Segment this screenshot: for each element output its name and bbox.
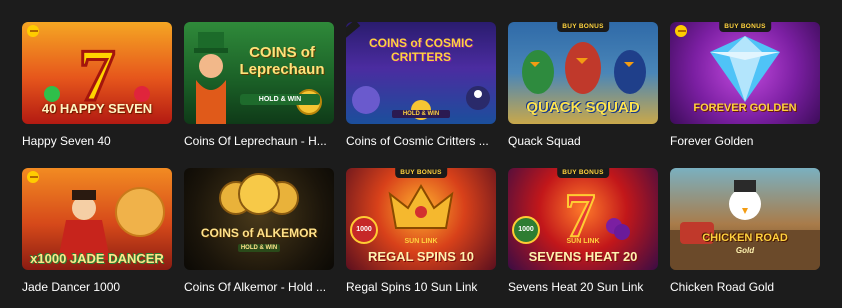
- game-card[interactable]: BUY BONUS FOREVER GOLDEN Forever Golden: [670, 22, 820, 148]
- game-art-title: COINS of Leprechaun: [239, 44, 325, 78]
- game-art-subtitle: Gold: [735, 246, 755, 255]
- game-artwork: [219, 173, 299, 215]
- game-thumbnail[interactable]: COINS of Leprechaun HOLD & WIN: [184, 22, 334, 124]
- provider-logo-icon: [675, 25, 687, 37]
- game-title[interactable]: Chicken Road Gold: [670, 280, 820, 294]
- game-thumbnail[interactable]: BUY BONUS QUACK SQUAD: [508, 22, 658, 124]
- game-card[interactable]: 7 40 HAPPY SEVEN Happy Seven 40: [22, 22, 172, 148]
- game-card[interactable]: COINS of Leprechaun HOLD & WIN Coins Of …: [184, 22, 334, 148]
- game-thumbnail[interactable]: BUY BONUS FOREVER GOLDEN: [670, 22, 820, 124]
- provider-logo-icon: [27, 25, 39, 37]
- game-art-title: x1000 JADE DANCER: [30, 251, 164, 266]
- games-grid: 7 40 HAPPY SEVEN Happy Seven 40 COINS of…: [22, 22, 820, 294]
- game-thumbnail[interactable]: COINS of COSMIC CRITTERS HOLD & WIN: [346, 22, 496, 124]
- buy-bonus-badge: BUY BONUS: [719, 22, 771, 32]
- buy-bonus-badge: BUY BONUS: [557, 168, 609, 178]
- game-title[interactable]: Jade Dancer 1000: [22, 280, 172, 294]
- game-art-title: 40 HAPPY SEVEN: [41, 101, 153, 116]
- game-art-number: 1000: [356, 226, 372, 233]
- game-title[interactable]: Coins Of Leprechaun - H...: [184, 134, 334, 148]
- game-card[interactable]: x1000 JADE DANCER Jade Dancer 1000: [22, 168, 172, 294]
- game-thumbnail[interactable]: 7 40 HAPPY SEVEN: [22, 22, 172, 124]
- game-art-subtitle: HOLD & WIN: [392, 110, 450, 118]
- game-art-title: COINS of ALKEMOR: [200, 226, 318, 240]
- game-art-number: 1000: [518, 226, 534, 233]
- game-card[interactable]: COINS of ALKEMOR HOLD & WIN Coins Of Alk…: [184, 168, 334, 294]
- game-title[interactable]: Coins Of Alkemor - Hold ...: [184, 280, 334, 294]
- game-art-title: SEVENS HEAT 20: [528, 249, 638, 264]
- game-thumbnail[interactable]: x1000 JADE DANCER: [22, 168, 172, 270]
- game-title[interactable]: Coins of Cosmic Critters ...: [346, 134, 496, 148]
- game-art-subtitle: SUN LINK: [404, 238, 438, 245]
- game-title[interactable]: Regal Spins 10 Sun Link: [346, 280, 496, 294]
- game-thumbnail[interactable]: BUY BONUS 7 1000 SUN LINK SEVENS HEAT 20: [508, 168, 658, 270]
- game-card[interactable]: BUY BONUS QUACK SQUAD Quack Squad: [508, 22, 658, 148]
- game-art-title: REGAL SPINS 10: [368, 249, 474, 264]
- game-thumbnail[interactable]: CHICKEN ROAD Gold: [670, 168, 820, 270]
- game-art-title: QUACK SQUAD: [526, 99, 640, 116]
- game-title[interactable]: Happy Seven 40: [22, 134, 172, 148]
- game-art-title: COINS of COSMIC CRITTERS: [369, 36, 473, 64]
- game-thumbnail[interactable]: COINS of ALKEMOR HOLD & WIN: [184, 168, 334, 270]
- game-title[interactable]: Quack Squad: [508, 134, 658, 148]
- game-card[interactable]: BUY BONUS 7 1000 SUN LINK SEVENS HEAT 20…: [508, 168, 658, 294]
- provider-logo-icon: [27, 171, 39, 183]
- game-title[interactable]: Forever Golden: [670, 134, 820, 148]
- game-art-subtitle: HOLD & WIN: [238, 244, 280, 252]
- buy-bonus-badge: BUY BONUS: [557, 22, 609, 32]
- game-title[interactable]: Sevens Heat 20 Sun Link: [508, 280, 658, 294]
- game-card[interactable]: COINS of COSMIC CRITTERS HOLD & WIN Coin…: [346, 22, 496, 148]
- game-thumbnail[interactable]: BUY BONUS 1000 SUN LINK REGAL SPINS 10: [346, 168, 496, 270]
- buy-bonus-badge: BUY BONUS: [395, 168, 447, 178]
- game-art-subtitle: HOLD & WIN: [240, 94, 320, 105]
- game-art-title: CHICKEN ROAD: [702, 232, 788, 244]
- game-card[interactable]: BUY BONUS 1000 SUN LINK REGAL SPINS 10 R…: [346, 168, 496, 294]
- game-card[interactable]: CHICKEN ROAD Gold Chicken Road Gold: [670, 168, 820, 294]
- game-art-title: FOREVER GOLDEN: [693, 102, 797, 114]
- game-art-subtitle: SUN LINK: [566, 238, 600, 245]
